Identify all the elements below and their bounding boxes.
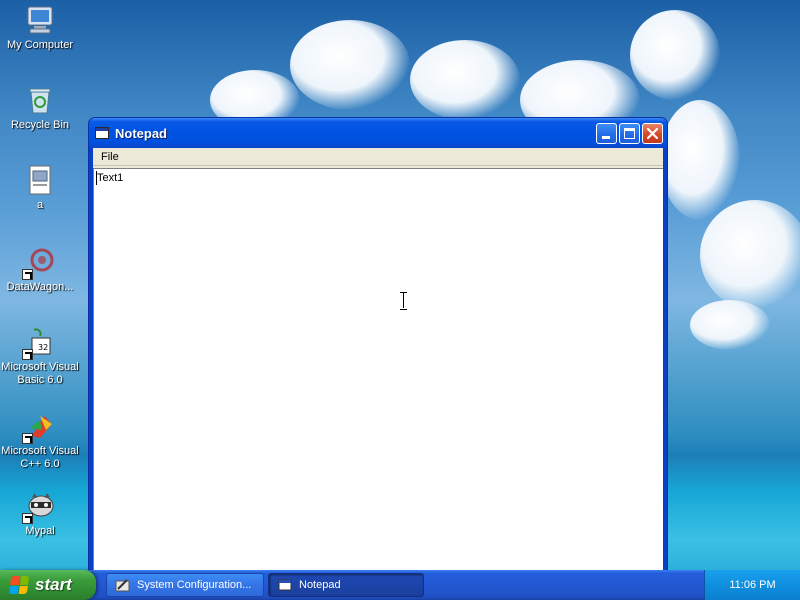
ibeam-cursor-icon [400,292,407,310]
maximize-icon [624,127,635,139]
recycle-bin-icon [24,84,56,116]
desktop-icon-label: Microsoft Visual Basic 6.0 [1,361,79,386]
desktop-icon-mypal[interactable]: Mypal [0,490,80,538]
shortcut-arrow-icon [22,433,33,444]
desktop-icon-label: DataWagon... [6,281,74,293]
shortcut-arrow-icon [22,349,33,360]
system-tray: 11:06 PM [704,570,800,600]
desktop-icon-label: Mypal [25,525,55,537]
maximize-button[interactable] [619,122,640,144]
desktop-icon-visual-cpp[interactable]: Microsoft Visual C++ 6.0 [0,410,80,471]
minimize-icon [602,135,610,139]
desktop-icon-label: Recycle Bin [10,119,70,131]
svg-text:32: 32 [38,343,48,352]
text-editor[interactable]: Text1 [93,168,663,570]
datawagon-icon [22,246,56,280]
desktop-icon-label: My Computer [6,39,74,51]
taskbar-button-label: Notepad [299,579,341,591]
taskbar-button-system-configuration[interactable]: System Configuration... [106,573,264,597]
desktop-icon-a[interactable]: a [0,164,80,212]
notepad-icon [277,578,293,592]
menu-bar: File [93,148,663,166]
visual-basic-icon: 32 [22,326,56,360]
desktop-icon-recycle-bin[interactable]: Recycle Bin [0,84,80,132]
taskbar: start System Configuration... Notepad 11… [0,570,800,600]
taskbar-button-label: System Configuration... [137,579,252,591]
window-title: Notepad [115,125,167,141]
close-button[interactable] [642,122,663,144]
start-button[interactable]: start [0,570,96,600]
shortcut-arrow-icon [22,513,33,524]
windows-logo-icon [8,576,30,594]
close-icon [646,127,659,139]
computer-icon [24,4,56,36]
notepad-window[interactable]: Notepad File Text1 [88,117,668,577]
desktop-icon-datawagon[interactable]: DataWagon... [0,246,80,294]
title-bar[interactable]: Notepad [89,118,667,148]
desktop-icon-label: Microsoft Visual C++ 6.0 [1,445,79,470]
start-label: start [35,575,72,594]
menu-file[interactable]: File [97,150,123,164]
system-configuration-icon [115,578,131,592]
desktop-icon-label: a [36,199,44,211]
window-client-area: File Text1 [93,148,663,576]
raccoon-icon [22,490,56,524]
shortcut-arrow-icon [22,269,33,280]
taskbar-button-notepad[interactable]: Notepad [268,573,424,597]
notepad-window-icon[interactable] [95,127,109,139]
clock[interactable]: 11:06 PM [729,579,775,591]
file-icon [24,164,56,196]
visual-cpp-icon [22,410,56,444]
editor-content: Text1 [97,172,124,184]
minimize-button[interactable] [596,122,617,144]
desktop-icon-visual-basic[interactable]: 32 Microsoft Visual Basic 6.0 [0,326,80,387]
desktop-icon-my-computer[interactable]: My Computer [0,4,80,52]
